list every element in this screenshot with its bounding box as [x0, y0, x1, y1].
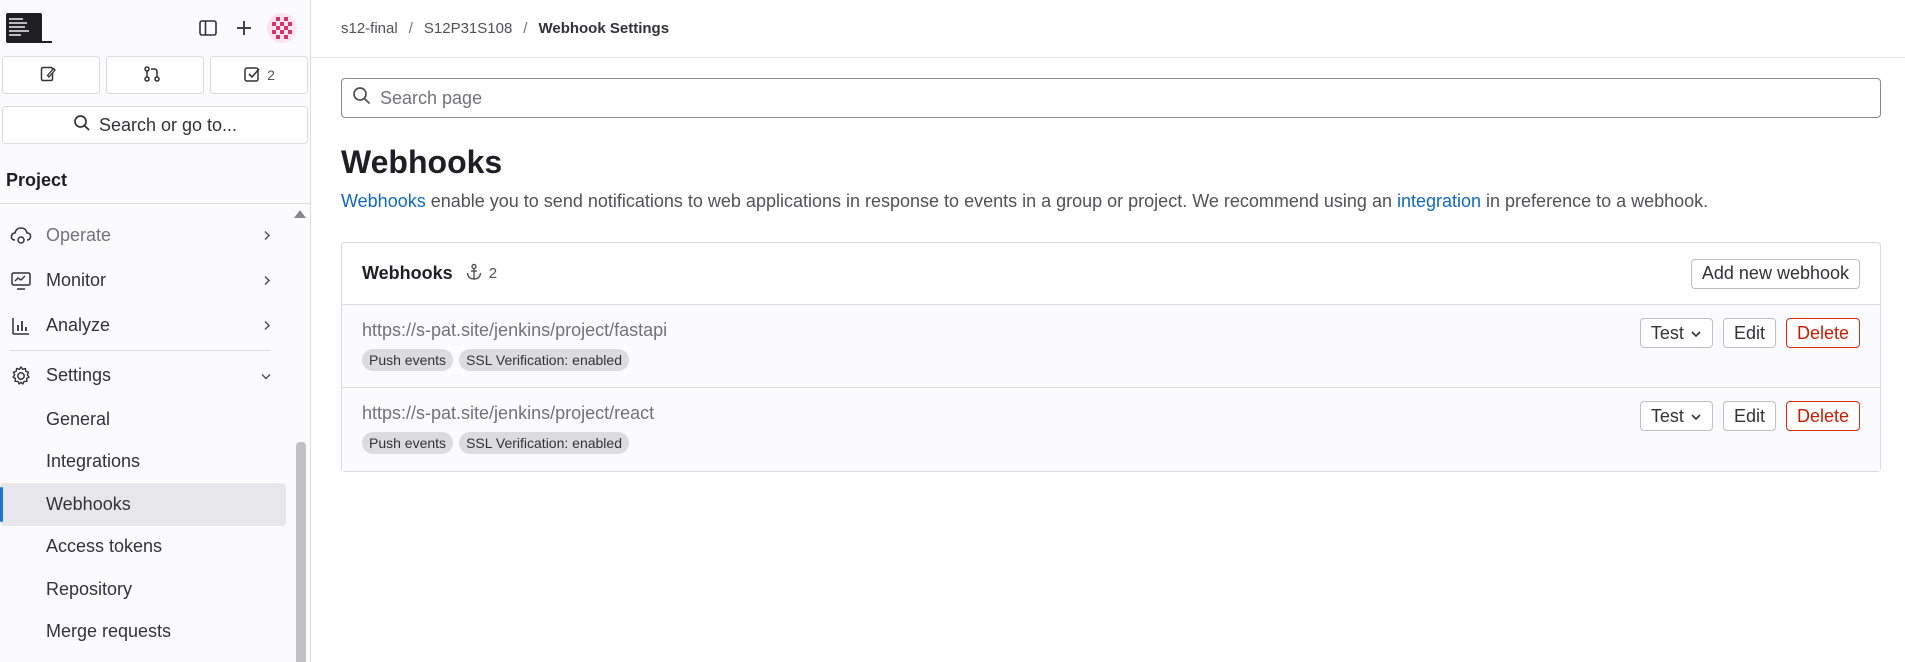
breadcrumb: s12-final / S12P31S108 / Webhook Setting…: [311, 0, 1905, 58]
webhooks-help-link[interactable]: Webhooks: [341, 191, 426, 211]
breadcrumb-separator: /: [523, 20, 528, 37]
sidebar-item-access-tokens[interactable]: Access tokens: [0, 526, 286, 569]
ssl-verification-badge: SSL Verification: enabled: [459, 432, 629, 454]
test-webhook-dropdown[interactable]: Test: [1639, 318, 1713, 348]
breadcrumb-project[interactable]: S12P31S108: [424, 20, 512, 37]
sidebar-item-monitor[interactable]: Monitor: [0, 258, 290, 303]
sidebar-item-operate[interactable]: Operate: [0, 213, 290, 258]
scroll-up-arrow-icon[interactable]: [294, 210, 306, 218]
push-events-badge: Push events: [362, 349, 454, 371]
edit-webhook-button[interactable]: Edit: [1722, 401, 1776, 431]
chevron-right-icon: [262, 270, 272, 291]
anchor-icon: [465, 263, 483, 285]
chevron-down-icon: [260, 365, 272, 386]
cloud-gear-icon: [10, 225, 32, 247]
issues-icon: [39, 65, 57, 86]
sidebar-item-merge-requests[interactable]: Merge requests: [0, 611, 286, 654]
merge-requests-count-button[interactable]: [106, 56, 204, 94]
chevron-down-icon: [1690, 323, 1702, 344]
webhook-row: https://s-pat.site/jenkins/project/react…: [342, 388, 1880, 471]
breadcrumb-group[interactable]: s12-final: [341, 20, 398, 37]
webhook-url: https://s-pat.site/jenkins/project/react: [362, 403, 655, 423]
webhooks-card-title: Webhooks: [362, 263, 453, 283]
divider: [10, 350, 270, 351]
delete-webhook-button[interactable]: Delete: [1785, 318, 1860, 348]
chevron-right-icon: [262, 315, 272, 336]
page-search-input[interactable]: Search page: [341, 78, 1881, 118]
test-webhook-dropdown[interactable]: Test: [1639, 401, 1713, 431]
webhooks-card-header: Webhooks 2 Add new webhook: [342, 243, 1880, 305]
webhooks-count: 2: [465, 263, 497, 285]
monitor-icon: [10, 270, 32, 292]
global-search-button[interactable]: Search or go to...: [2, 106, 308, 144]
delete-webhook-button[interactable]: Delete: [1785, 401, 1860, 431]
chevron-down-icon: [1690, 406, 1702, 427]
breadcrumb-separator: /: [408, 20, 413, 37]
push-events-badge: Push events: [362, 432, 454, 454]
search-icon: [352, 86, 372, 111]
search-placeholder: Search page: [380, 87, 483, 108]
page-title: Webhooks: [341, 144, 503, 180]
integration-link[interactable]: integration: [1397, 191, 1481, 211]
sidebar-counters: 2: [0, 56, 310, 94]
sidebar-item-settings[interactable]: Settings: [0, 353, 290, 398]
ssl-verification-badge: SSL Verification: enabled: [459, 349, 629, 371]
page-description: Webhooks enable you to send notification…: [341, 191, 1709, 211]
sidebar-item-integrations[interactable]: Integrations: [0, 441, 286, 484]
sidebar-item-general[interactable]: General: [0, 398, 286, 441]
breadcrumb-current[interactable]: Webhook Settings: [538, 20, 669, 37]
todo-icon: [243, 65, 261, 86]
sidebar-header: [0, 0, 310, 56]
webhook-row: https://s-pat.site/jenkins/project/fasta…: [342, 305, 1880, 388]
webhooks-card: Webhooks 2 Add new webhook https://s-pat…: [341, 242, 1881, 472]
chart-icon: [10, 315, 32, 337]
project-logo[interactable]: [6, 13, 52, 43]
sidebar: 2 Search or go to... Project Operate Mon…: [0, 0, 311, 662]
sidebar-item-webhooks[interactable]: Webhooks: [0, 483, 286, 526]
sidebar-item-analyze[interactable]: Analyze: [0, 303, 290, 348]
issues-count-button[interactable]: [2, 56, 100, 94]
add-new-webhook-button[interactable]: Add new webhook: [1690, 258, 1860, 289]
plus-icon[interactable]: [228, 12, 260, 44]
edit-webhook-button[interactable]: Edit: [1722, 318, 1776, 348]
gear-icon: [10, 365, 32, 387]
avatar[interactable]: [266, 12, 298, 44]
sidebar-nav: Operate Monitor Analyze Settings General…: [0, 213, 290, 653]
sidebar-toggle-icon[interactable]: [192, 12, 224, 44]
sidebar-item-repository[interactable]: Repository: [0, 568, 286, 611]
chevron-right-icon: [262, 225, 272, 246]
main-content: s12-final / S12P31S108 / Webhook Setting…: [311, 0, 1905, 662]
scrollbar-thumb[interactable]: [296, 442, 306, 662]
todos-count-button[interactable]: 2: [210, 56, 308, 94]
search-icon: [73, 114, 91, 137]
webhook-url: https://s-pat.site/jenkins/project/fasta…: [362, 320, 668, 340]
sidebar-section-title: Project: [0, 158, 310, 204]
merge-request-icon: [143, 65, 161, 86]
